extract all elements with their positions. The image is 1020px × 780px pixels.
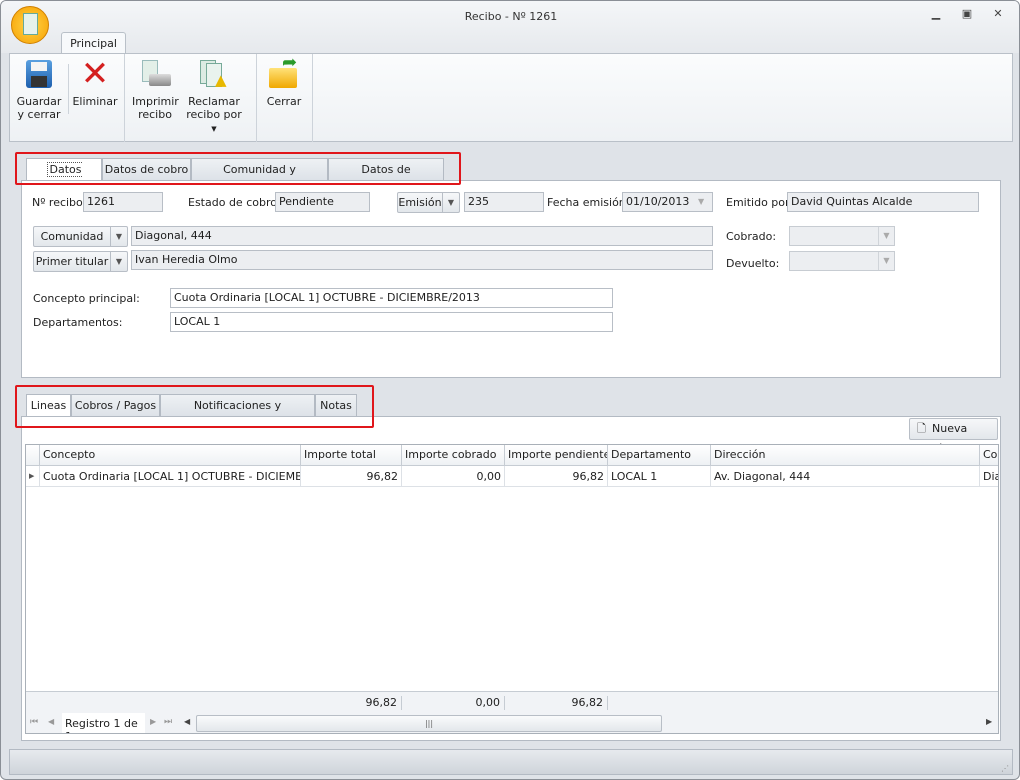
num-recibo-label: Nº recibo:	[32, 196, 87, 209]
row-indicator-header	[26, 445, 40, 466]
title-bar: Recibo - Nº 1261 ▁ ▣ ✕	[1, 1, 1019, 53]
primer-titular-dropdown[interactable]: Primer titular ▼	[33, 251, 128, 272]
scroll-left-icon[interactable]: ◀	[184, 717, 190, 726]
column-header-importe-pendiente[interactable]: Importe pendiente	[505, 445, 608, 466]
eliminar-button[interactable]: ✕ Eliminar	[72, 54, 118, 108]
emision-dropdown[interactable]: Emisión ▼	[397, 192, 460, 213]
prev-record-icon[interactable]: ◀	[48, 717, 54, 726]
emitido-field[interactable]: David Quintas Alcalde	[787, 192, 979, 212]
horizontal-scrollbar-thumb[interactable]: |||	[196, 715, 662, 732]
cell-departamento[interactable]: LOCAL 1	[608, 466, 711, 487]
cobrado-label: Cobrado:	[726, 230, 777, 243]
fecha-label: Fecha emisión:	[547, 196, 630, 209]
record-counter: Registro 1 de 1	[62, 713, 145, 733]
cell-direccion[interactable]: Av. Diagonal, 444	[711, 466, 980, 487]
estado-label: Estado de cobro:	[188, 196, 281, 209]
resize-grip-icon[interactable]: ⋰	[1001, 764, 1009, 773]
lineas-grid: Concepto Importe total Importe cobrado I…	[25, 444, 999, 734]
dropdown-arrow-icon: ▼	[211, 125, 217, 133]
ribbon: Guardar y cerrar ✕ Eliminar Imprimir recib…	[9, 53, 1013, 142]
new-document-icon: 🗋	[917, 422, 926, 435]
window-title: Recibo - Nº 1261	[464, 10, 558, 23]
close-folder-icon: ➦	[268, 54, 300, 90]
close-icon[interactable]: ✕	[987, 7, 1009, 25]
emitido-label: Emitido por:	[726, 196, 794, 209]
concepto-field[interactable]: Cuota Ordinaria [LOCAL 1] OCTUBRE - DICI…	[170, 288, 613, 308]
imprimir-recibo-button[interactable]: Imprimir recibo	[132, 58, 179, 121]
comunidad-field[interactable]: Diagonal, 444	[131, 226, 713, 246]
column-header-concepto[interactable]: Concepto	[40, 445, 301, 466]
cell-co[interactable]: Diag	[980, 466, 998, 487]
total-cobrado: 0,00	[402, 696, 505, 710]
next-record-icon[interactable]: ▶	[150, 717, 156, 726]
app-menu-button[interactable]	[11, 6, 49, 44]
restore-icon[interactable]: ▣	[956, 7, 978, 25]
print-icon	[139, 58, 171, 90]
receipt-icon	[23, 13, 38, 35]
grid-navigator: ⏮ ◀ Registro 1 de 1 ▶ ⏭ ◀ ||| ▶	[26, 713, 998, 733]
column-header-direccion[interactable]: Dirección	[711, 445, 980, 466]
total-pendiente: 96,82	[505, 696, 608, 710]
cell-concepto[interactable]: Cuota Ordinaria [LOCAL 1] OCTUBRE - DICI…	[40, 466, 301, 487]
status-bar: ⋰	[9, 749, 1013, 775]
departamentos-field[interactable]: LOCAL 1	[170, 312, 613, 332]
column-header-importe-cobrado[interactable]: Importe cobrado	[402, 445, 505, 466]
last-record-icon[interactable]: ⏭	[164, 717, 172, 727]
window: Recibo - Nº 1261 ▁ ▣ ✕ Principal Guardar…	[0, 0, 1020, 780]
num-recibo-field[interactable]: 1261	[83, 192, 163, 212]
emision-field[interactable]: 235	[464, 192, 544, 212]
cerrar-button[interactable]: ➦ Cerrar	[264, 54, 304, 109]
concepto-label: Concepto principal:	[33, 292, 140, 305]
column-header-co[interactable]: Co	[980, 445, 998, 466]
nueva-linea-button[interactable]: 🗋Nueva Línea	[909, 418, 998, 455]
column-header-departamento[interactable]: Departamento	[608, 445, 711, 466]
cell-importe-pendiente[interactable]: 96,82	[505, 466, 608, 487]
ribbon-tab-principal[interactable]: Principal	[61, 32, 126, 54]
titular-field[interactable]: Ivan Heredia Olmo	[131, 250, 713, 270]
claim-icon: ▲	[198, 58, 230, 90]
comunidad-dropdown[interactable]: Comunidad ▼	[33, 226, 128, 247]
scroll-right-icon[interactable]: ▶	[986, 717, 992, 726]
total-importe: 96,82	[301, 696, 402, 710]
date-dropdown-icon[interactable]: ▼	[698, 197, 704, 206]
guardar-y-cerrar-button[interactable]: Guardar y cerrar	[16, 58, 62, 121]
row-indicator-icon: ▶	[26, 466, 40, 487]
reclamar-recibo-por-button[interactable]: ▲ Reclamar recibo por ▼	[182, 58, 246, 136]
grid-totals: 96,82 0,00 96,82	[26, 691, 998, 713]
estado-field[interactable]: Pendiente	[275, 192, 370, 212]
save-icon	[23, 58, 55, 90]
first-record-icon[interactable]: ⏮	[30, 717, 38, 727]
devuelto-combo[interactable]: ▼	[789, 251, 895, 271]
minimize-icon[interactable]: ▁	[925, 7, 947, 25]
column-header-importe-total[interactable]: Importe total	[301, 445, 402, 466]
delete-icon: ✕	[80, 54, 110, 94]
devuelto-label: Devuelto:	[726, 257, 780, 270]
cobrado-combo[interactable]: ▼	[789, 226, 895, 246]
departamentos-label: Departamentos:	[33, 316, 123, 329]
cell-importe-cobrado[interactable]: 0,00	[402, 466, 505, 487]
highlight-box	[15, 385, 374, 428]
highlight-box	[15, 152, 461, 185]
cell-importe-total[interactable]: 96,82	[301, 466, 402, 487]
